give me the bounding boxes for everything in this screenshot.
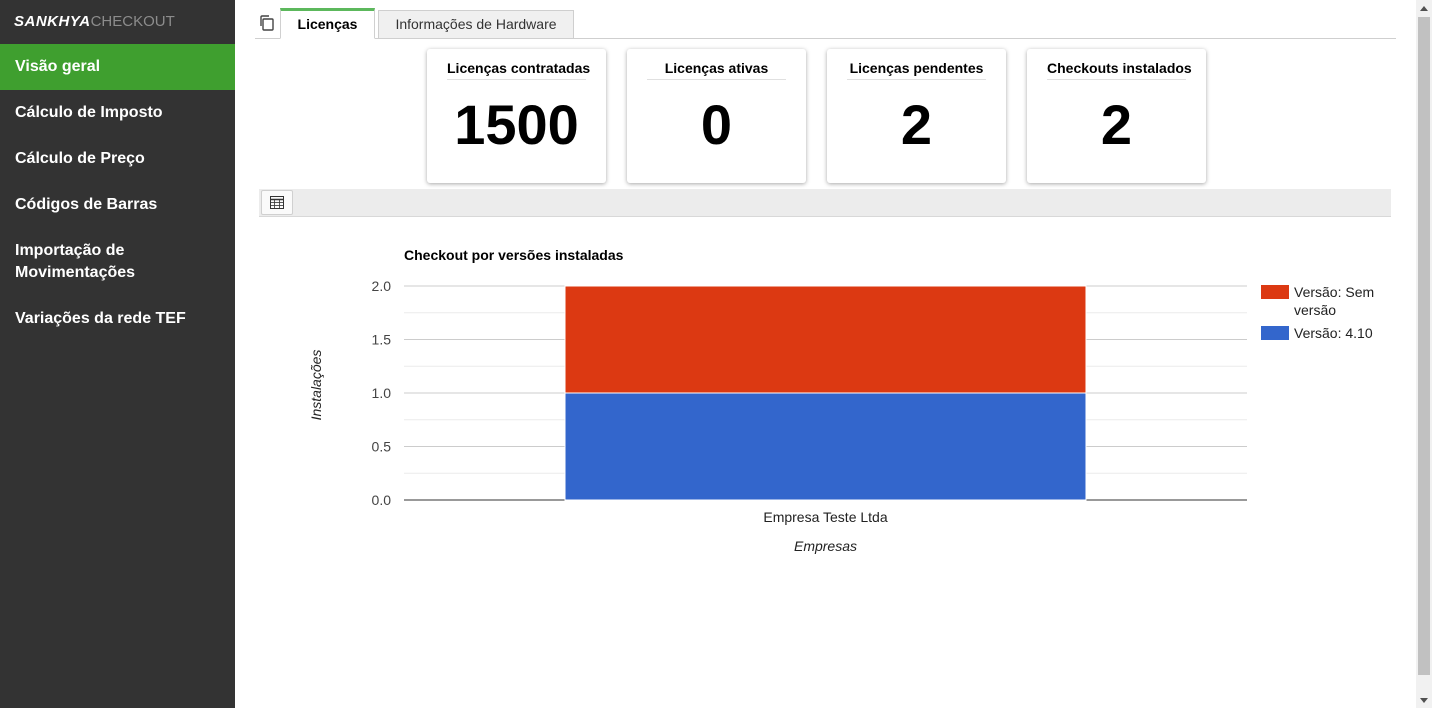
table-icon [270,196,284,209]
card-licencas-contratadas: Licenças contratadas 1500 [427,49,606,183]
card-checkouts-instalados: Checkouts instalados 2 [1027,49,1206,183]
legend-swatch [1261,326,1289,340]
card-value: 2 [1100,93,1133,156]
y-tick-label: 0.0 [372,492,392,508]
app-logo[interactable]: SANKHYACHECKOUT [14,13,175,30]
card-licencas-pendentes: Licenças pendentes 2 [827,49,1006,183]
legend-swatch [1261,285,1289,299]
bar-versao-410 [564,392,1087,501]
sidebar: SANKHYACHECKOUT Visão geral Cálculo de I… [0,0,235,708]
card-title: Licenças ativas [647,60,786,80]
x-axis-label: Empresas [794,538,857,554]
y-tick-label: 1.0 [372,385,392,401]
table-view-button[interactable] [261,190,293,215]
bar-sem-versao [564,285,1087,394]
card-title: Licenças contratadas [447,60,590,80]
scroll-down-arrow-icon[interactable] [1416,692,1432,708]
sidebar-item-importacao-movimentacoes[interactable]: Importação de Movimentações [0,228,235,296]
vertical-scrollbar[interactable] [1416,0,1432,708]
y-tick-label: 1.5 [372,332,392,348]
card-licencas-ativas: Licenças ativas 0 [627,49,806,183]
logo-bold-text: SANKHYA [14,13,91,30]
y-axis-label: Instalações [308,350,324,421]
card-value: 0 [700,93,733,156]
logo-light-text: CHECKOUT [90,13,175,30]
sidebar-item-codigos-barras[interactable]: Códigos de Barras [0,182,235,228]
stacked-bar-chart: Checkout por versões instaladas 0.0 0.5 1.0… [259,230,1391,570]
chart-toolbar [259,189,1391,217]
copy-icon[interactable] [258,14,276,32]
sidebar-item-variacoes-tef[interactable]: Variações da rede TEF [0,296,235,342]
x-tick-label: Empresa Teste Ltda [763,509,887,525]
chart-svg: Checkout por versões instaladas 0.0 0.5 1.0… [308,247,1374,554]
sidebar-item-visao-geral[interactable]: Visão geral [0,44,235,90]
tab-informacoes-hardware[interactable]: Informações de Hardware [378,10,574,39]
y-tick-label: 2.0 [372,278,392,294]
scroll-thumb[interactable] [1418,17,1430,675]
card-title: Licenças pendentes [847,60,986,80]
legend-label: Versão: 4.10 [1294,325,1373,341]
chart-title: Checkout por versões instaladas [404,247,624,263]
sidebar-item-calculo-imposto[interactable]: Cálculo de Imposto [0,90,235,136]
card-title: Checkouts instalados [1047,60,1192,80]
sidebar-nav: Visão geral Cálculo de Imposto Cálculo d… [0,44,235,342]
card-value: 1500 [454,93,579,156]
tab-licencas[interactable]: Licenças [280,8,375,39]
legend-label: Versão: Sem versão [1294,284,1374,318]
card-value: 2 [900,93,933,156]
sidebar-item-calculo-preco[interactable]: Cálculo de Preço [0,136,235,182]
tab-bar: Licenças Informações de Hardware [255,8,1396,39]
scroll-up-arrow-icon[interactable] [1416,0,1432,16]
y-tick-label: 0.5 [372,439,392,455]
